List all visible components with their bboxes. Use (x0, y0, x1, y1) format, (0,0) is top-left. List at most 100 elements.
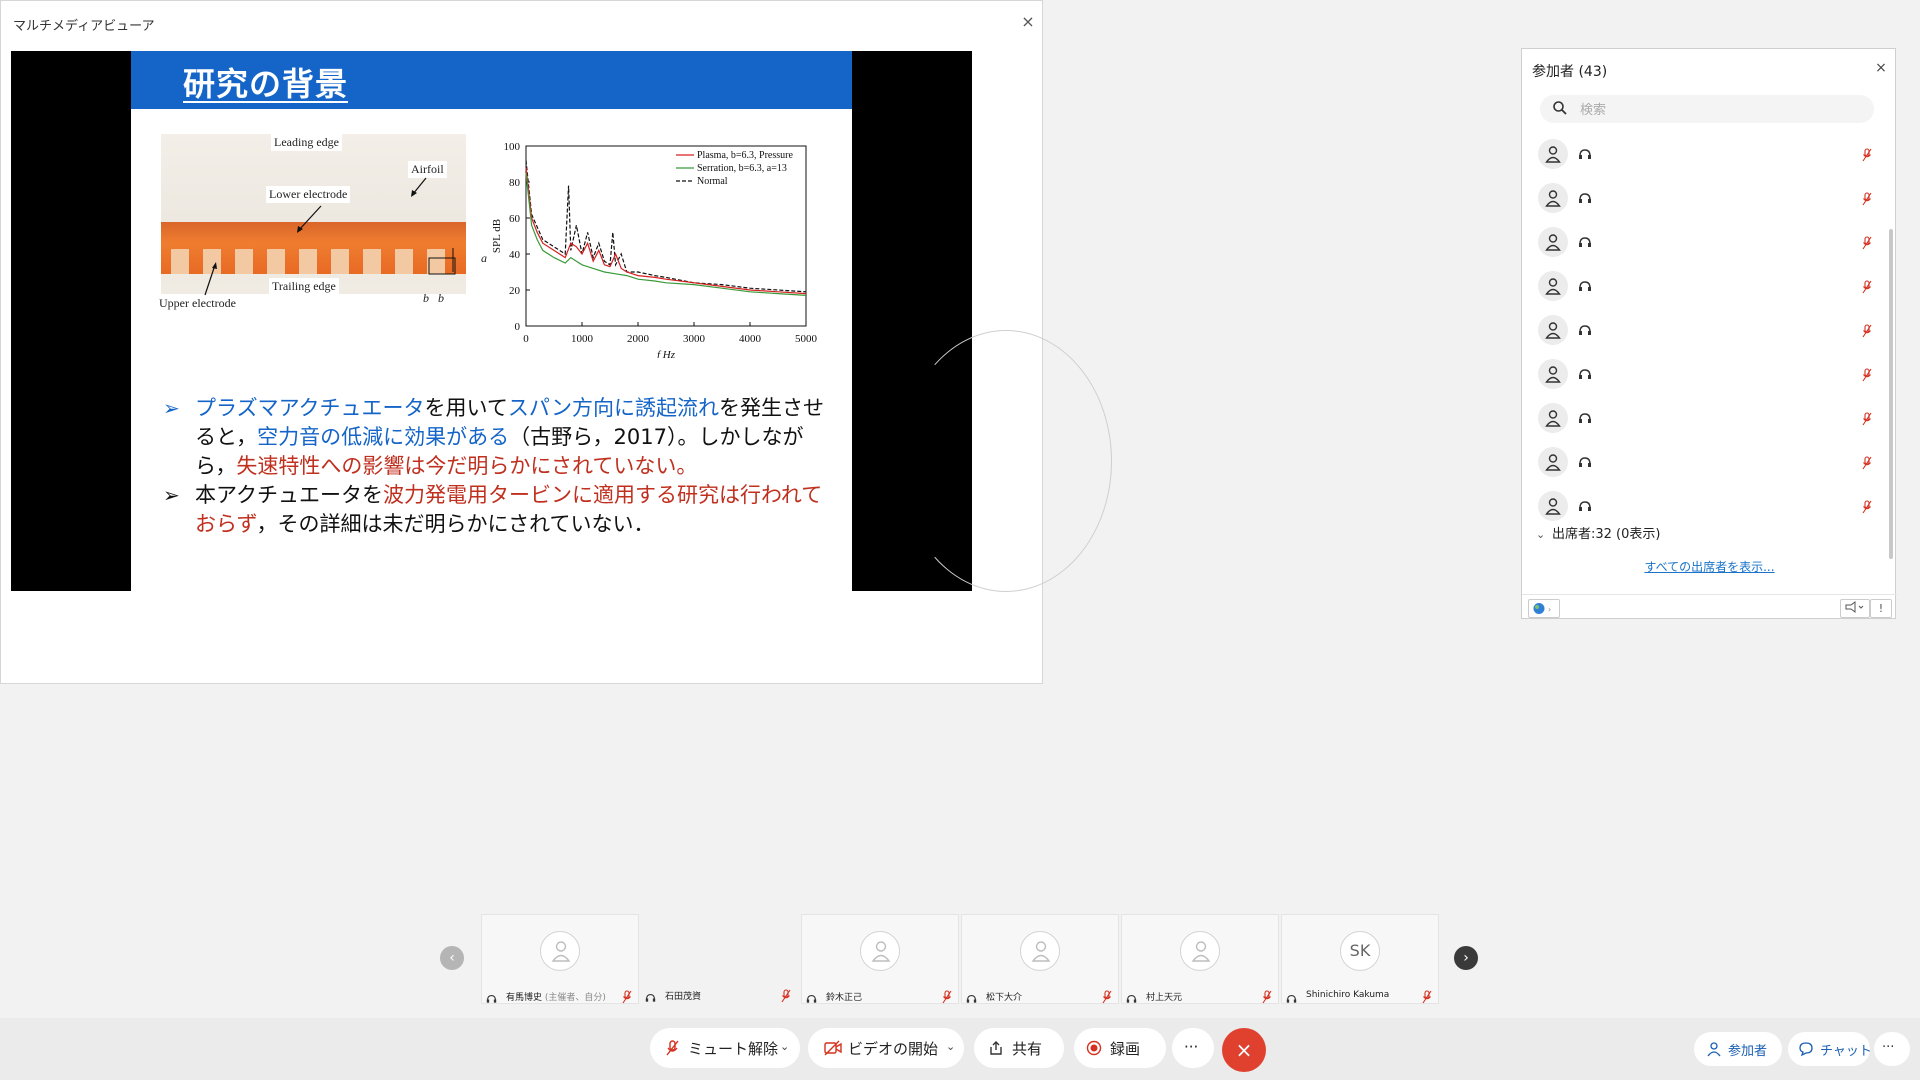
chat-bubble-icon (1799, 1042, 1813, 1057)
mic-status[interactable] (781, 988, 791, 1007)
globe-icon-button[interactable]: › (1528, 599, 1560, 618)
chat-button[interactable]: チャット (1788, 1032, 1872, 1066)
participant-row[interactable] (1522, 397, 1897, 441)
mic-status[interactable] (1862, 279, 1872, 298)
label-dim-b2: b (438, 291, 444, 305)
strip-next-icon[interactable]: › (1454, 946, 1478, 970)
participants-panel-title: 参加者 (43) (1532, 64, 1608, 80)
start-video-button[interactable]: ビデオの開始 ⌄ (808, 1028, 964, 1068)
mic-status[interactable] (1102, 989, 1112, 1008)
person-icon (1545, 146, 1561, 163)
mic-status[interactable] (1262, 989, 1272, 1008)
x-tick-label: 0 (523, 333, 529, 345)
participant-row[interactable] (1522, 177, 1897, 221)
bullet-segment: 本アクチュエータを (195, 483, 383, 507)
share-button[interactable]: 共有 (974, 1028, 1064, 1068)
mic-status[interactable] (1862, 367, 1872, 386)
bullet-marker-icon: ➢ (163, 483, 180, 507)
chevron-down-icon[interactable]: ⌄ (946, 1040, 955, 1053)
leave-meeting-button[interactable]: × (1222, 1028, 1266, 1072)
viewer-close-icon[interactable]: × (1017, 11, 1039, 33)
x-tick-label: 3000 (683, 333, 706, 345)
record-button[interactable]: 録画 (1074, 1028, 1166, 1068)
headset-icon (1579, 501, 1591, 511)
avatar (1538, 183, 1568, 213)
participants-button[interactable]: 参加者 (1694, 1032, 1782, 1066)
video-tile[interactable]: 松下大介 (961, 914, 1119, 1004)
avatar-initials: SK (1340, 931, 1380, 971)
avatar (1538, 359, 1568, 389)
participants-panel: 参加者 (43) × ⌄ 出席者:32 (0表示) すべての出席者を表示... ›… (1521, 48, 1897, 619)
bullet-text: 本アクチュエータを波力発電用タービンに適用する研究は行われておらず，その詳細は未… (195, 483, 822, 536)
tile-footer: 鈴木正己 (802, 987, 960, 1005)
participant-search[interactable] (1540, 95, 1874, 123)
mic-status[interactable] (1422, 989, 1432, 1008)
person-icon (1545, 454, 1561, 471)
mic-status[interactable] (1862, 235, 1872, 254)
person-icon (871, 941, 891, 962)
search-icon (1553, 101, 1567, 115)
show-all-attendees-link[interactable]: すべての出席者を表示... (1522, 558, 1897, 575)
unmute-label: ミュート解除 (688, 1040, 779, 1058)
participant-list-scrollbar[interactable] (1889, 229, 1893, 559)
mic-status[interactable] (1862, 411, 1872, 430)
headset-icon (966, 995, 977, 1003)
chevron-down-icon[interactable]: ⌄ (780, 1040, 789, 1053)
mic-status[interactable] (942, 989, 952, 1008)
mic-status[interactable] (1862, 499, 1872, 518)
video-tile[interactable]: SK Shinichiro Kakuma (1281, 914, 1439, 1004)
headset-status (1578, 411, 1592, 430)
mic-status[interactable] (622, 989, 632, 1008)
legend-label: Normal (697, 176, 728, 187)
mic-status[interactable] (1862, 147, 1872, 166)
participant-row[interactable] (1522, 353, 1897, 397)
shared-screen-stage: 研究の背景 Leading edge Airfoil Lower electro… (11, 51, 972, 591)
person-icon (1545, 234, 1561, 251)
bullet-segment: 空力音の低減に効果がある (257, 425, 510, 449)
multimedia-viewer-window: マルチメディアビューア × 研究の背景 Leading edge Airfoil (0, 0, 1043, 684)
announcement-icon-button[interactable] (1840, 599, 1870, 618)
y-tick-label: 0 (515, 321, 521, 333)
panel-close-icon[interactable]: × (1872, 59, 1890, 77)
person-icon (1545, 190, 1561, 207)
mic-status[interactable] (1862, 455, 1872, 474)
mic-status[interactable] (1862, 191, 1872, 210)
mic-status[interactable] (1862, 323, 1872, 342)
spl-chart: 0 1000 2000 3000 4000 5000 0 20 40 60 80 100 f Hz SPL… (486, 128, 826, 361)
participant-row[interactable] (1522, 133, 1897, 177)
video-tile[interactable]: 石田茂資 (641, 914, 799, 1004)
spl-chart-svg: 0 1000 2000 3000 4000 5000 0 20 40 60 80 100 f Hz SPL… (491, 141, 818, 361)
mic-muted-icon (942, 990, 952, 1004)
participant-row[interactable] (1522, 265, 1897, 309)
person-icon (1545, 322, 1561, 339)
bullet-segment: プラズマアクチュエータ (195, 396, 425, 420)
more-options-button[interactable]: ··· (1172, 1028, 1214, 1068)
avatar (1538, 315, 1568, 345)
participant-name: 鈴木正己 (826, 993, 863, 1003)
info-icon-button[interactable]: ! (1870, 599, 1892, 618)
headset-icon (806, 990, 817, 1009)
avatar (1538, 491, 1568, 521)
participant-row[interactable] (1522, 441, 1897, 485)
record-label: 録画 (1110, 1040, 1141, 1058)
more-right-button[interactable]: ··· (1874, 1032, 1910, 1066)
search-input[interactable] (1578, 98, 1862, 122)
unmute-button[interactable]: ミュート解除 ⌄ (650, 1028, 800, 1068)
slide-bullet-list: ➢ プラズマアクチュエータを用いてスパン方向に誘起流れを発生させると，空力音の低… (161, 394, 841, 539)
headset-icon (1579, 193, 1591, 203)
video-tile[interactable]: 鈴木正己 (801, 914, 959, 1004)
avatar (1538, 403, 1568, 433)
bullet-segment: スパン方向に誘起流れ (507, 396, 719, 420)
tile-participant-name: 松下大介 (986, 990, 1022, 1003)
headset-icon (1579, 457, 1591, 467)
more-icon: ··· (1882, 1040, 1895, 1055)
x-tick-label: 1000 (571, 333, 594, 345)
video-tile[interactable]: 有馬博史 (主催者、自分) (481, 914, 639, 1004)
participant-row[interactable] (1522, 221, 1897, 265)
strip-prev-icon[interactable]: ‹ (440, 946, 464, 970)
video-tile[interactable]: 村上天元 (1121, 914, 1279, 1004)
globe-icon: › (1533, 603, 1551, 614)
participant-row[interactable] (1522, 309, 1897, 353)
record-icon (1086, 1040, 1102, 1056)
attendees-toggle[interactable]: ⌄ 出席者:32 (0表示) (1536, 523, 1660, 542)
